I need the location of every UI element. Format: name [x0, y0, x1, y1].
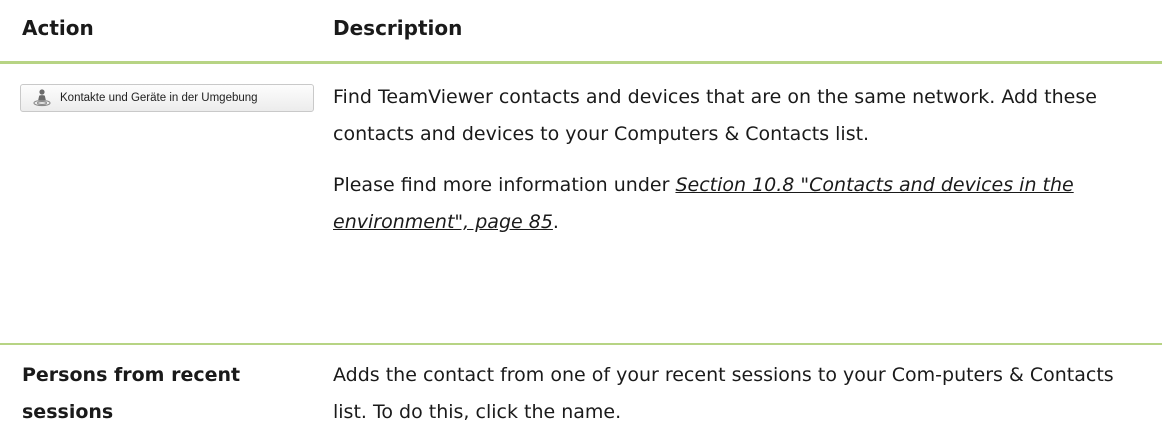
nearby-contacts-button[interactable]: Kontakte und Geräte in der Umgebung	[20, 84, 314, 112]
row2-description: Adds the contact from one of your recent…	[333, 364, 1114, 423]
row1-description: Find TeamViewer contacts and devices tha…	[333, 79, 1133, 241]
header-divider	[0, 61, 1162, 64]
persons-from-recent-sessions-label: Persons from recent sessions	[22, 364, 241, 423]
row1-description-para2: Please find more information under Secti…	[333, 167, 1133, 241]
row1-description-para1: Find TeamViewer contacts and devices tha…	[333, 86, 1097, 145]
nearby-contacts-button-label: Kontakte und Geräte in der Umgebung	[60, 92, 258, 104]
table-header: Action Description	[0, 0, 1162, 61]
row-divider	[0, 343, 1162, 345]
row1-para2-suffix: .	[552, 211, 559, 233]
row1-para2-prefix: Please find more information under	[333, 174, 676, 196]
header-action: Action	[22, 16, 94, 40]
nearby-contacts-icon	[32, 88, 52, 108]
header-description: Description	[333, 16, 463, 40]
